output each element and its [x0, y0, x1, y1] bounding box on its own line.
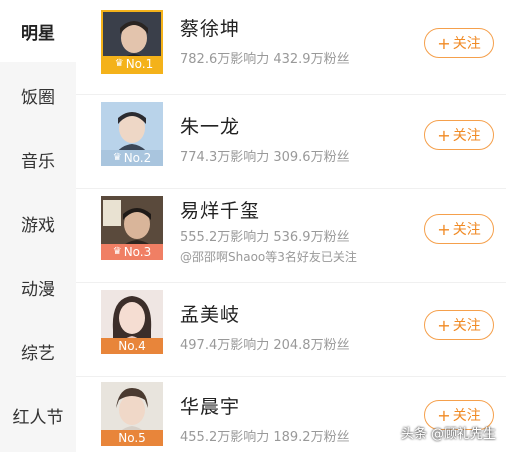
avatar[interactable]: ♛ No.3	[101, 196, 163, 260]
avatar[interactable]: ♛ No.2	[101, 102, 163, 166]
plus-icon: +	[437, 125, 451, 145]
category-sidebar: 明星 饭圈 音乐 游戏 动漫 综艺 红人节	[0, 0, 76, 452]
plus-icon: +	[437, 405, 451, 425]
sidebar-item-label: 明星	[21, 23, 55, 44]
sidebar-item-anime[interactable]: 动漫	[0, 256, 76, 318]
follow-button[interactable]: + 关注	[424, 214, 494, 244]
star-stats: 555.2万影响力 536.9万粉丝	[180, 230, 350, 245]
list-item[interactable]: No.4 孟美岐 497.4万影响力 204.8万粉丝 + 关注	[76, 282, 506, 377]
crown-icon: ♛	[112, 246, 122, 257]
rank-badge: No.4	[101, 338, 163, 354]
sidebar-item-variety[interactable]: 综艺	[0, 320, 76, 382]
star-stats: 455.2万影响力 189.2万粉丝	[180, 430, 350, 445]
sidebar-item-stars[interactable]: 明星	[0, 0, 76, 62]
plus-icon: +	[437, 315, 451, 335]
sidebar-item-influencer-festival[interactable]: 红人节	[0, 384, 76, 446]
ranking-list: ♛ No.1 蔡徐坤 782.6万影响力 432.9万粉丝 + 关注 ♛ No.2 朱…	[76, 0, 506, 452]
rank-badge: ♛ No.1	[103, 56, 161, 72]
crown-icon: ♛	[114, 58, 124, 69]
star-name: 易烊千玺	[180, 200, 261, 222]
star-stats: 497.4万影响力 204.8万粉丝	[180, 338, 350, 353]
plus-icon: +	[437, 219, 451, 239]
star-name: 孟美岐	[180, 304, 241, 326]
plus-icon: +	[437, 33, 451, 53]
rank-badge: ♛ No.3	[101, 244, 163, 260]
follow-button[interactable]: + 关注	[424, 310, 494, 340]
sidebar-item-music[interactable]: 音乐	[0, 128, 76, 190]
watermark: 头条 @顾礼先生	[400, 427, 496, 442]
follow-button[interactable]: + 关注	[424, 120, 494, 150]
rank-badge: No.5	[101, 430, 163, 446]
star-name: 朱一龙	[180, 116, 241, 138]
avatar[interactable]: No.5	[101, 382, 163, 446]
star-stats: 782.6万影响力 432.9万粉丝	[180, 52, 350, 67]
sidebar-item-label: 动漫	[21, 279, 55, 300]
sidebar-item-label: 饭圈	[21, 87, 55, 108]
star-name: 蔡徐坤	[180, 18, 241, 40]
avatar[interactable]: No.4	[101, 290, 163, 354]
list-item[interactable]: ♛ No.1 蔡徐坤 782.6万影响力 432.9万粉丝 + 关注	[76, 0, 506, 95]
star-name: 华晨宇	[180, 396, 241, 418]
list-item[interactable]: ♛ No.2 朱一龙 774.3万影响力 309.6万粉丝 + 关注	[76, 94, 506, 189]
list-item[interactable]: ♛ No.3 易烊千玺 555.2万影响力 536.9万粉丝 @邵邵啊Shaoo等…	[76, 188, 506, 283]
sidebar-item-games[interactable]: 游戏	[0, 192, 76, 254]
sidebar-item-label: 音乐	[21, 151, 55, 172]
sidebar-item-fandom[interactable]: 饭圈	[0, 64, 76, 126]
avatar[interactable]: ♛ No.1	[101, 10, 163, 74]
follow-button[interactable]: + 关注	[424, 28, 494, 58]
sidebar-item-label: 游戏	[21, 215, 55, 236]
sidebar-item-label: 综艺	[21, 343, 55, 364]
star-stats: 774.3万影响力 309.6万粉丝	[180, 150, 350, 165]
friends-following-text: @邵邵啊Shaoo等3名好友已关注	[180, 250, 357, 264]
sidebar-item-label: 红人节	[12, 407, 64, 428]
rank-badge: ♛ No.2	[101, 150, 163, 166]
crown-icon: ♛	[112, 152, 122, 163]
